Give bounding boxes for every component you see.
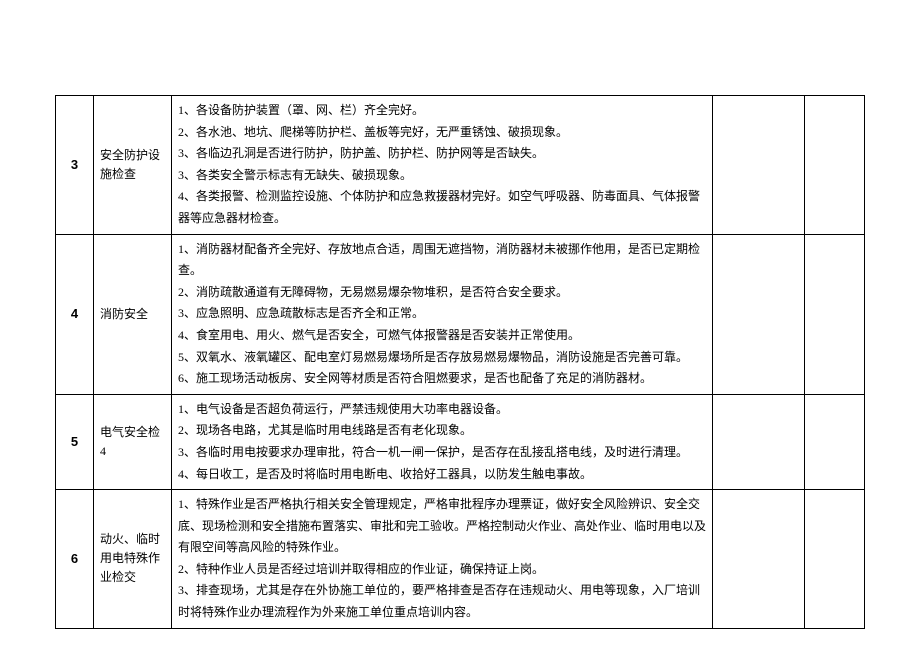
row-number: 4 xyxy=(56,234,94,394)
row-description: 1、消防器材配备齐全完好、存放地点合适，周围无遮挡物，消防器材未被挪作他用，是否… xyxy=(172,234,713,394)
row-category: 安全防护设施检查 xyxy=(94,96,172,235)
row-number: 3 xyxy=(56,96,94,235)
row-category: 消防安全 xyxy=(94,234,172,394)
row-description: 1、特殊作业是否严格执行相关安全管理规定，严格审批程序办理票证，做好安全风险辨识… xyxy=(172,490,713,629)
row-empty-2 xyxy=(805,394,865,489)
row-empty-2 xyxy=(805,96,865,235)
row-category: 电气安全检4 xyxy=(94,394,172,489)
row-number: 6 xyxy=(56,490,94,629)
row-number: 5 xyxy=(56,394,94,489)
row-empty-1 xyxy=(713,96,805,235)
row-empty-2 xyxy=(805,490,865,629)
table-row: 4消防安全1、消防器材配备齐全完好、存放地点合适，周围无遮挡物，消防器材未被挪作… xyxy=(56,234,865,394)
row-description: 1、各设备防护装置（罩、网、栏）齐全完好。2、各水池、地坑、爬梯等防护栏、盖板等… xyxy=(172,96,713,235)
inspection-table: 3安全防护设施检查1、各设备防护装置（罩、网、栏）齐全完好。2、各水池、地坑、爬… xyxy=(55,95,865,629)
table-row: 5电气安全检41、电气设备是否超负荷运行，严禁违规使用大功率电器设备。2、现场各… xyxy=(56,394,865,489)
table-row: 6动火、临时用电特殊作业检交1、特殊作业是否严格执行相关安全管理规定，严格审批程… xyxy=(56,490,865,629)
row-empty-2 xyxy=(805,234,865,394)
row-empty-1 xyxy=(713,490,805,629)
row-empty-1 xyxy=(713,234,805,394)
row-description: 1、电气设备是否超负荷运行，严禁违规使用大功率电器设备。2、现场各电路，尤其是临… xyxy=(172,394,713,489)
table-row: 3安全防护设施检查1、各设备防护装置（罩、网、栏）齐全完好。2、各水池、地坑、爬… xyxy=(56,96,865,235)
row-empty-1 xyxy=(713,394,805,489)
row-category: 动火、临时用电特殊作业检交 xyxy=(94,490,172,629)
